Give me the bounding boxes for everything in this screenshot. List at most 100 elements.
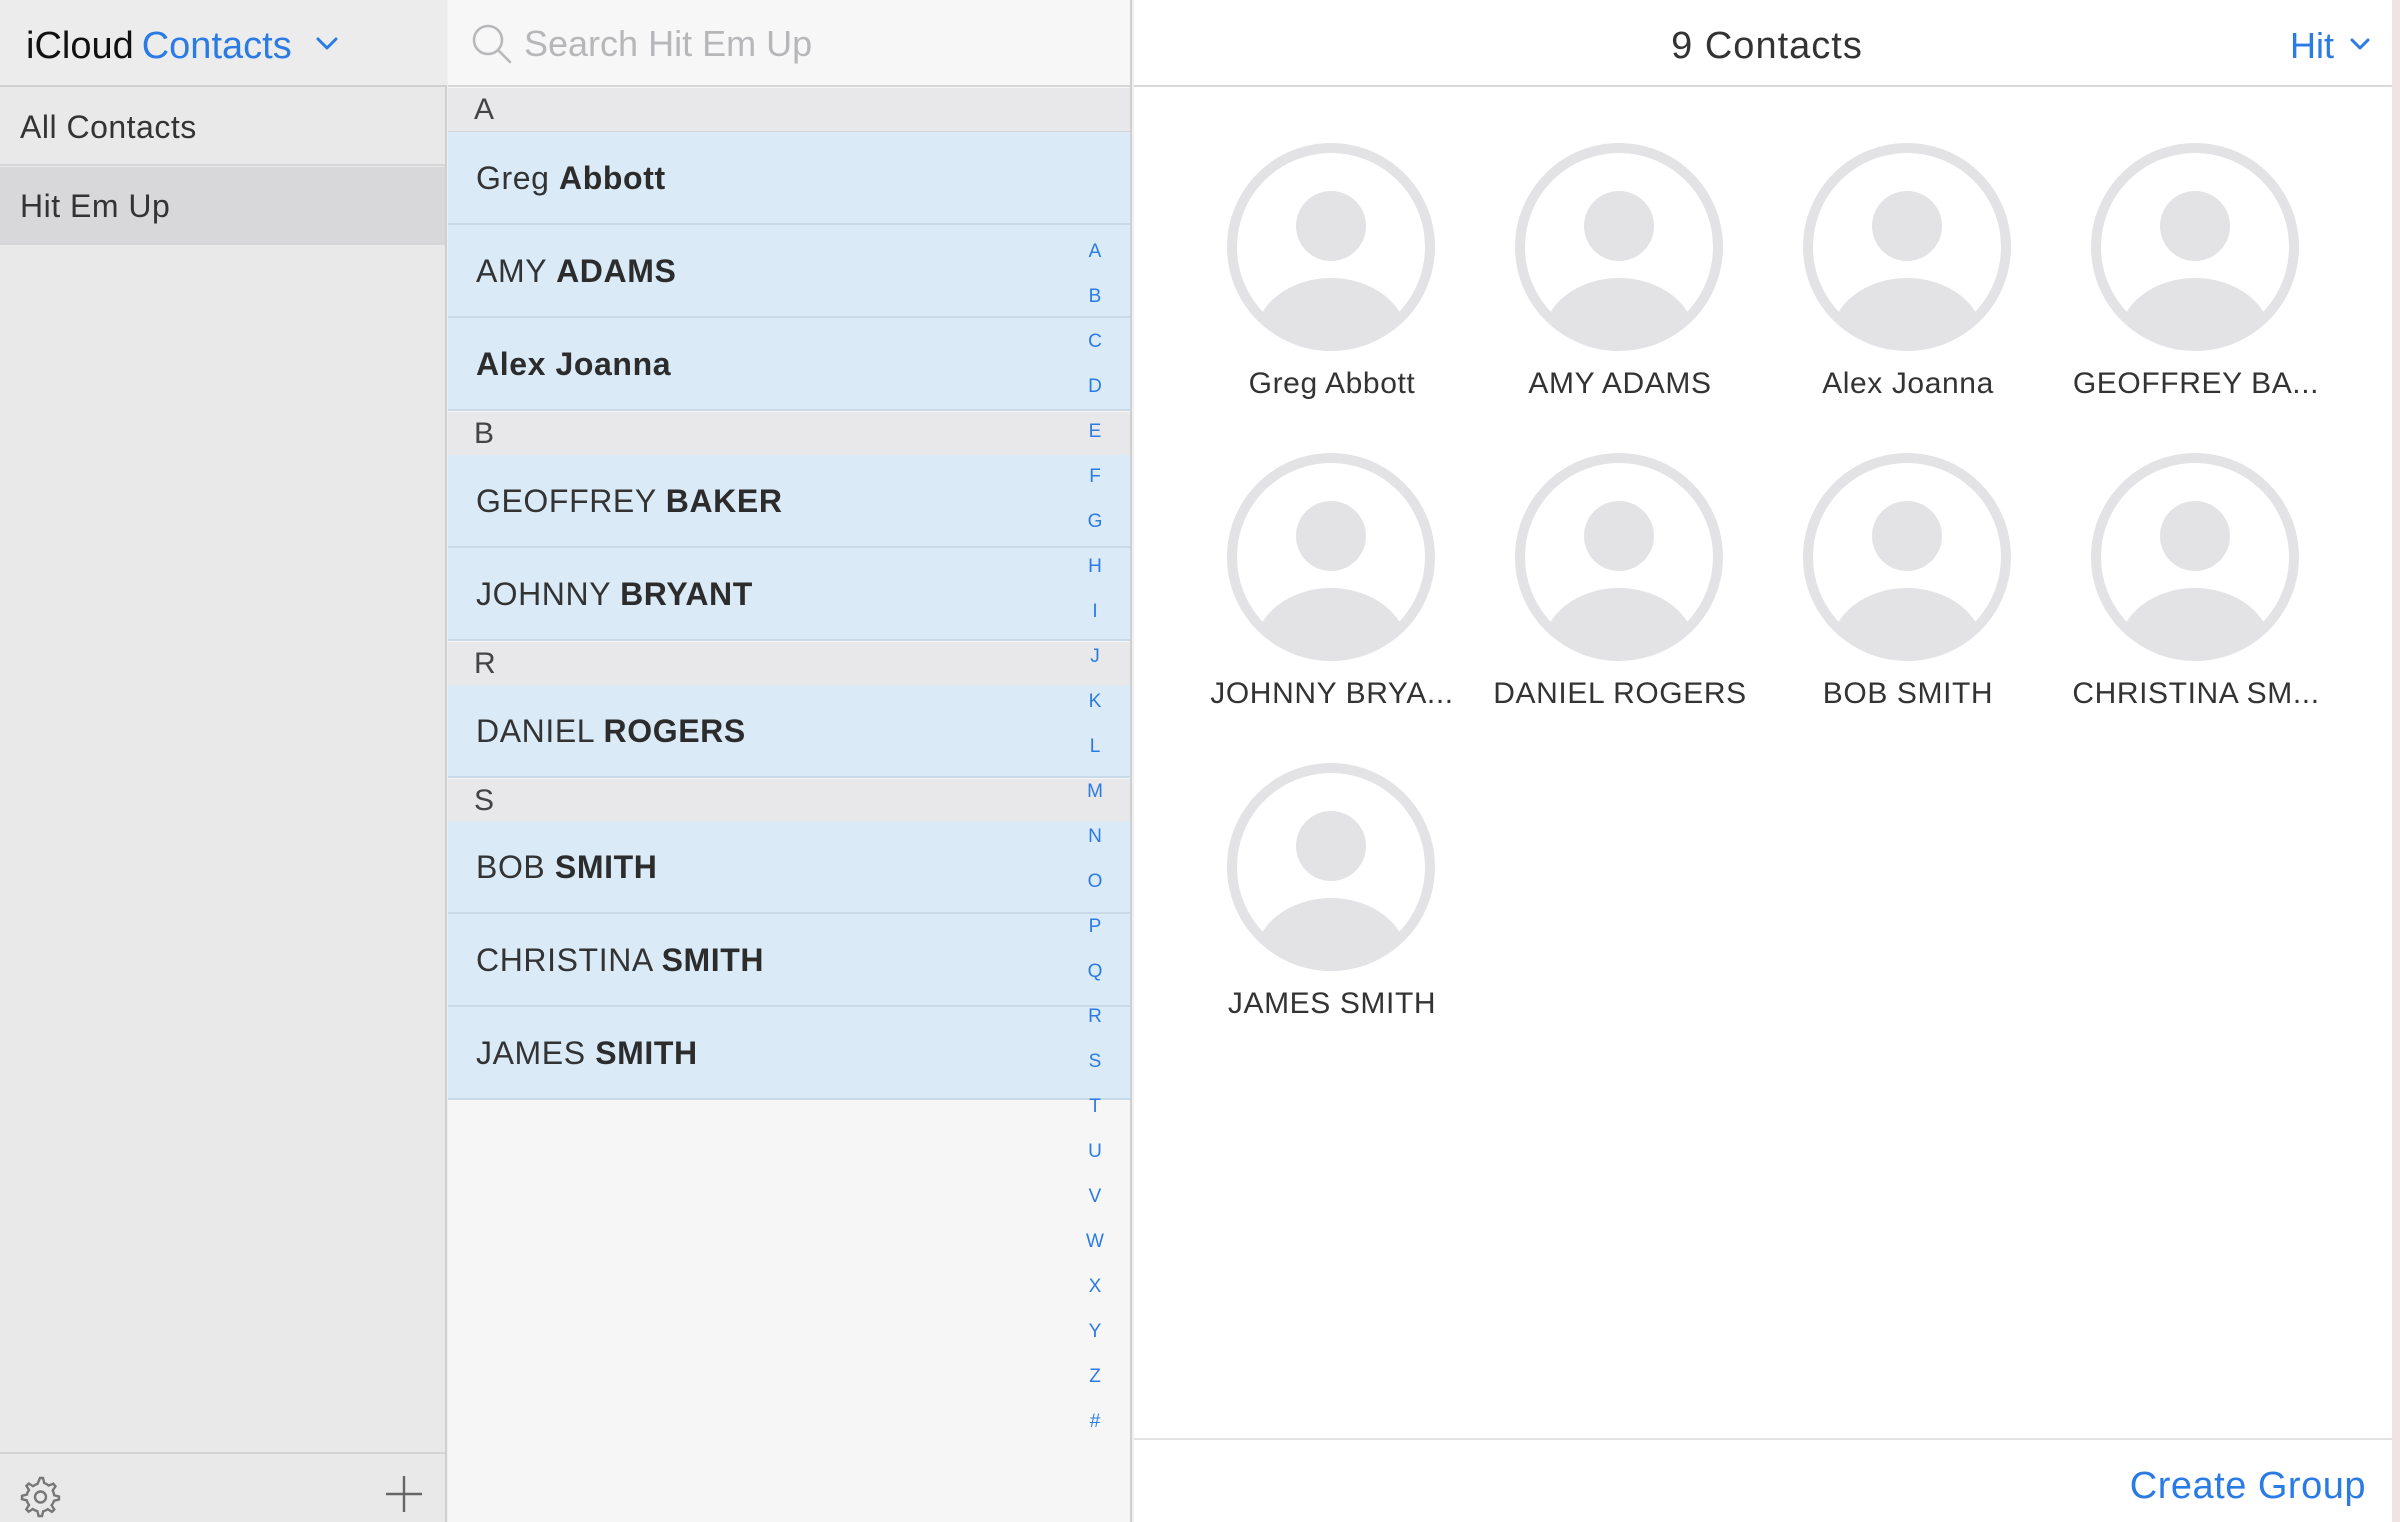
person-avatar-icon [1803, 453, 2011, 661]
alpha-index-letter[interactable]: L [1078, 735, 1112, 759]
person-avatar-icon [1227, 143, 1435, 351]
alpha-index-letter[interactable]: S [1078, 1050, 1112, 1074]
contact-card[interactable]: JAMES SMITH [1182, 762, 1470, 1052]
alpha-index-letter[interactable]: I [1078, 600, 1112, 624]
detail-header: 9 Contacts Hit [1134, 0, 2400, 87]
sidebar-footer [0, 1452, 445, 1522]
contact-first-name: GEOFFREY [476, 483, 657, 519]
contact-first-name: BOB [476, 849, 546, 885]
alpha-index-letter[interactable]: X [1078, 1275, 1112, 1299]
contact-last-name: SMITH [554, 849, 658, 885]
alpha-index-letter[interactable]: A [1078, 240, 1112, 264]
sidebar: iCloud Contacts All Contacts Hit Em Up [0, 0, 447, 1522]
alpha-index-letter[interactable]: P [1078, 915, 1112, 939]
contact-last-name: BAKER [665, 483, 783, 519]
contact-row[interactable]: BOB SMITH [448, 821, 1130, 914]
contact-card[interactable]: GEOFFREY BA... [2046, 142, 2334, 432]
alpha-index-letter[interactable]: Z [1078, 1365, 1112, 1389]
alpha-index-letter[interactable]: # [1078, 1410, 1112, 1434]
alpha-index-letter[interactable]: C [1078, 330, 1112, 354]
person-avatar-icon [1227, 453, 1435, 661]
alpha-index-letter[interactable]: G [1078, 510, 1112, 534]
brand-icloud: iCloud [26, 25, 134, 67]
alpha-index-letter[interactable]: N [1078, 825, 1112, 849]
group-hit-em-up[interactable]: Hit Em Up [0, 167, 445, 245]
contact-row[interactable]: JOHNNY BRYANT [448, 548, 1130, 641]
person-avatar-icon [1515, 453, 1723, 661]
person-avatar-icon [1803, 143, 2011, 351]
contact-card-name: Alex Joanna [1822, 367, 1994, 400]
contact-row[interactable]: CHRISTINA SMITH [448, 914, 1130, 1007]
contact-row[interactable]: JAMES SMITH [448, 1007, 1130, 1100]
contact-row[interactable]: Greg Abbott [448, 132, 1130, 225]
contact-list-pane: A Greg Abbott AMY ADAMS Alex Joanna B GE… [448, 0, 1132, 1522]
icloud-contacts-window: iCloud Contacts All Contacts Hit Em Up S… [0, 0, 2400, 1522]
contact-last-name: SMITH [595, 1035, 698, 1071]
alpha-index-letter[interactable]: V [1078, 1185, 1112, 1209]
alpha-index-letter[interactable]: D [1078, 375, 1112, 399]
contact-row[interactable]: Alex Joanna [448, 318, 1130, 411]
add-contact-icon[interactable] [380, 1470, 428, 1518]
chevron-down-icon [316, 37, 338, 50]
contact-card-name: GEOFFREY BA... [2072, 367, 2320, 400]
contact-card-name: JOHNNY BRYA... [1210, 677, 1454, 710]
contact-card[interactable]: CHRISTINA SM... [2046, 452, 2334, 742]
alpha-index-letter[interactable]: E [1078, 420, 1112, 444]
alpha-index-letter[interactable]: M [1078, 780, 1112, 804]
alpha-index-letter[interactable]: H [1078, 555, 1112, 579]
gear-icon[interactable] [18, 1474, 62, 1518]
alpha-index-letter[interactable]: U [1078, 1140, 1112, 1164]
contact-card[interactable]: Alex Joanna [1758, 142, 2046, 432]
contact-last-name: Abbott [559, 160, 666, 196]
contact-card-name: DANIEL ROGERS [1493, 677, 1747, 710]
contact-card-name: JAMES SMITH [1227, 987, 1437, 1020]
person-avatar-icon [1227, 763, 1435, 971]
contact-card-name: CHRISTINA SM... [2072, 677, 2320, 710]
group-all-contacts[interactable]: All Contacts [0, 88, 445, 166]
contact-first-name: JOHNNY [476, 576, 611, 612]
group-switch-button[interactable]: Hit [2290, 22, 2370, 70]
section-header-b: B [448, 412, 1130, 456]
contact-card[interactable]: BOB SMITH [1758, 452, 2046, 742]
contact-first-name: JAMES [476, 1035, 586, 1071]
contact-first-name: Greg [476, 160, 550, 196]
person-avatar-icon [2091, 453, 2299, 661]
person-avatar-icon [2091, 143, 2299, 351]
contact-card[interactable]: JOHNNY BRYA... [1182, 452, 1470, 742]
contact-row[interactable]: GEOFFREY BAKER [448, 455, 1130, 548]
app-switcher[interactable]: iCloud Contacts [26, 22, 338, 70]
alpha-index-letter[interactable]: B [1078, 285, 1112, 309]
contact-row[interactable]: AMY ADAMS [448, 225, 1130, 318]
contact-card[interactable]: AMY ADAMS [1470, 142, 1758, 432]
contact-card-name: AMY ADAMS [1528, 367, 1712, 400]
section-header-s: S [448, 779, 1130, 823]
create-group-button[interactable]: Create Group [2130, 1462, 2366, 1510]
brand-contacts: Contacts [141, 25, 292, 67]
detail-footer: Create Group [1134, 1438, 2400, 1522]
contact-card[interactable]: DANIEL ROGERS [1470, 452, 1758, 742]
alpha-index-letter[interactable]: Y [1078, 1320, 1112, 1344]
alpha-index-letter[interactable]: R [1078, 1005, 1112, 1029]
alpha-index-letter[interactable]: F [1078, 465, 1112, 489]
contact-last-name: SMITH [661, 942, 765, 978]
alpha-index-letter[interactable]: O [1078, 870, 1112, 894]
group-switch-label: Hit [2289, 25, 2334, 66]
window-edge [2392, 0, 2400, 1522]
alpha-index-letter[interactable]: Q [1078, 960, 1112, 984]
contact-last-name: ADAMS [556, 253, 677, 289]
search-input[interactable] [522, 18, 1102, 70]
alpha-index-letter[interactable]: T [1078, 1095, 1112, 1119]
contact-card[interactable]: Greg Abbott [1182, 142, 1470, 432]
contact-first-name: CHRISTINA [476, 942, 653, 978]
alpha-index-letter[interactable]: J [1078, 645, 1112, 669]
contact-last-name: Alex Joanna [476, 346, 672, 382]
alpha-index-letter[interactable]: W [1078, 1230, 1112, 1254]
chevron-down-icon [2350, 38, 2370, 50]
contact-row[interactable]: DANIEL ROGERS [448, 685, 1130, 778]
detail-pane: 9 Contacts Hit Greg Abbott AMY ADAMS Ale… [1134, 0, 2400, 1522]
sidebar-header: iCloud Contacts [0, 0, 447, 87]
contact-card-name: BOB SMITH [1822, 677, 1994, 710]
contact-card-name: Greg Abbott [1248, 367, 1416, 400]
person-avatar-icon [1515, 143, 1723, 351]
alpha-index-letter[interactable]: K [1078, 690, 1112, 714]
